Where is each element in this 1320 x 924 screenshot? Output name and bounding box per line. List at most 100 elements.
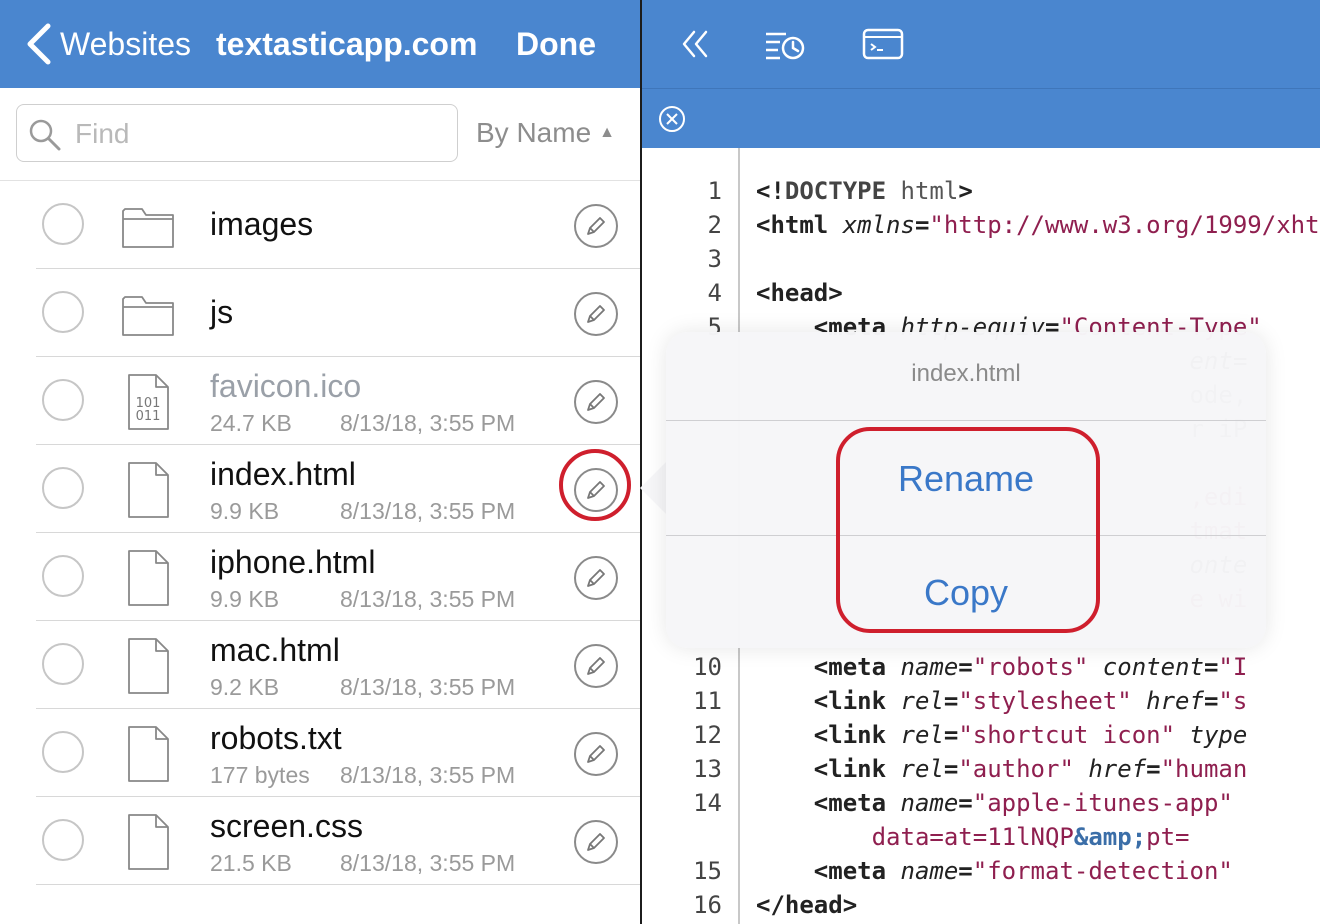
- terminal-icon[interactable]: [862, 24, 904, 64]
- sort-ascending-icon: ▲: [599, 124, 615, 141]
- tab-bar: [642, 88, 1320, 148]
- edit-file-button[interactable]: [574, 644, 618, 688]
- close-tab-icon[interactable]: [658, 105, 686, 133]
- select-radio[interactable]: [42, 467, 84, 509]
- done-button[interactable]: Done: [516, 24, 596, 64]
- edit-file-button[interactable]: [574, 292, 618, 336]
- select-radio[interactable]: [42, 291, 84, 333]
- edit-file-button[interactable]: [574, 468, 618, 512]
- search-input[interactable]: Find: [16, 104, 458, 162]
- code-token: </head>: [756, 891, 858, 919]
- code-line: 4 <head>: [642, 276, 1320, 310]
- edit-file-button[interactable]: [574, 204, 618, 248]
- edit-file-button[interactable]: [574, 732, 618, 776]
- line-number: 13: [693, 755, 722, 783]
- code-token: <meta: [813, 789, 901, 817]
- file-action-popover: index.html Rename Copy: [666, 332, 1266, 648]
- sort-label: By Name: [476, 117, 592, 148]
- folder-icon: [122, 208, 174, 248]
- rename-button[interactable]: Rename: [666, 458, 1266, 500]
- code-token: xmlns: [842, 211, 915, 239]
- copy-button[interactable]: Copy: [666, 572, 1266, 614]
- code-token: <link: [813, 687, 901, 715]
- select-radio[interactable]: [42, 731, 84, 773]
- code-token: rel: [900, 687, 944, 715]
- code-line: 15 <meta name="format-detection": [642, 854, 1320, 888]
- file-date: 8/13/18, 3:55 PM: [340, 674, 516, 700]
- code-token: "robots": [972, 653, 1089, 681]
- code-token: type: [1189, 721, 1248, 749]
- select-radio[interactable]: [42, 643, 84, 685]
- code-token: <link: [813, 721, 901, 749]
- code-token: "author": [958, 755, 1074, 783]
- edit-file-button[interactable]: [574, 820, 618, 864]
- line-number: 3: [707, 245, 722, 273]
- file-browser-pane: Websites textasticapp.com Done Find By N…: [0, 0, 640, 924]
- code-token: &amp;: [1073, 823, 1147, 851]
- popover-separator: [666, 535, 1266, 536]
- document-icon: [128, 726, 169, 782]
- select-radio[interactable]: [42, 555, 84, 597]
- code-text: data=at=11lNQP&amp;pt=: [756, 820, 1190, 854]
- file-row[interactable]: index.html 9.9 KB 8/13/18, 3:55 PM: [0, 445, 640, 533]
- code-token: pt=: [1146, 823, 1190, 851]
- select-radio[interactable]: [42, 379, 84, 421]
- recent-files-icon[interactable]: [764, 24, 806, 64]
- code-text: <meta name="robots" content="I: [756, 650, 1248, 684]
- code-token: =: [943, 721, 959, 749]
- select-radio[interactable]: [42, 819, 84, 861]
- file-date: 8/13/18, 3:55 PM: [340, 850, 516, 876]
- pencil-icon: [587, 481, 605, 499]
- file-row[interactable]: robots.txt 177 bytes 8/13/18, 3:55 PM: [0, 709, 640, 797]
- line-number: 14: [693, 789, 722, 817]
- file-date: 8/13/18, 3:55 PM: [340, 586, 516, 612]
- file-row[interactable]: images: [0, 181, 640, 269]
- select-radio[interactable]: [42, 203, 84, 245]
- code-line: 11 <link rel="stylesheet" href="s: [642, 684, 1320, 718]
- pencil-icon: [587, 217, 605, 235]
- file-row[interactable]: iphone.html 9.9 KB 8/13/18, 3:55 PM: [0, 533, 640, 621]
- popover-arrow: [640, 460, 668, 516]
- search-bar: Find By Name ▲: [0, 88, 640, 181]
- code-text: <!DOCTYPE html>: [756, 174, 973, 208]
- code-token: <head>: [756, 279, 843, 307]
- file-name: iphone.html: [210, 544, 376, 580]
- code-token: =: [1203, 687, 1219, 715]
- code-line: 3: [642, 242, 1320, 276]
- code-token: rel: [900, 721, 944, 749]
- line-number: 10: [693, 653, 722, 681]
- file-row[interactable]: screen.css 21.5 KB 8/13/18, 3:55 PM: [0, 797, 640, 885]
- code-text: <link rel="author" href="human: [756, 752, 1248, 786]
- code-token: <meta: [813, 653, 901, 681]
- file-date: 8/13/18, 3:55 PM: [340, 762, 516, 788]
- file-size: 9.9 KB: [210, 586, 280, 612]
- file-date: 8/13/18, 3:55 PM: [340, 410, 516, 436]
- collapse-icon[interactable]: [680, 24, 710, 64]
- popover-separator: [666, 420, 1266, 421]
- editor-toolbar: [642, 0, 1320, 88]
- svg-text:011: 011: [136, 409, 161, 424]
- search-icon: [29, 119, 61, 151]
- file-row[interactable]: js: [0, 269, 640, 357]
- chevron-left-icon[interactable]: [24, 22, 54, 66]
- code-token: DOCTYPE: [784, 177, 887, 205]
- code-token: "format-detection": [972, 857, 1233, 885]
- code-token: =: [958, 857, 973, 885]
- line-number: 1: [707, 177, 722, 205]
- sort-selector[interactable]: By Name ▲: [476, 116, 615, 150]
- edit-file-button[interactable]: [574, 380, 618, 424]
- code-token: <html: [756, 211, 843, 239]
- edit-file-button[interactable]: [574, 556, 618, 600]
- line-number: 4: [707, 279, 722, 307]
- code-token: <link: [813, 755, 901, 783]
- back-button[interactable]: Websites: [60, 24, 191, 64]
- file-row[interactable]: 101 011 favicon.ico 24.7 KB 8/13/18, 3:55 PM: [0, 357, 640, 445]
- code-token: data=at=11lNQP: [871, 823, 1074, 851]
- file-row[interactable]: mac.html 9.2 KB 8/13/18, 3:55 PM: [0, 621, 640, 709]
